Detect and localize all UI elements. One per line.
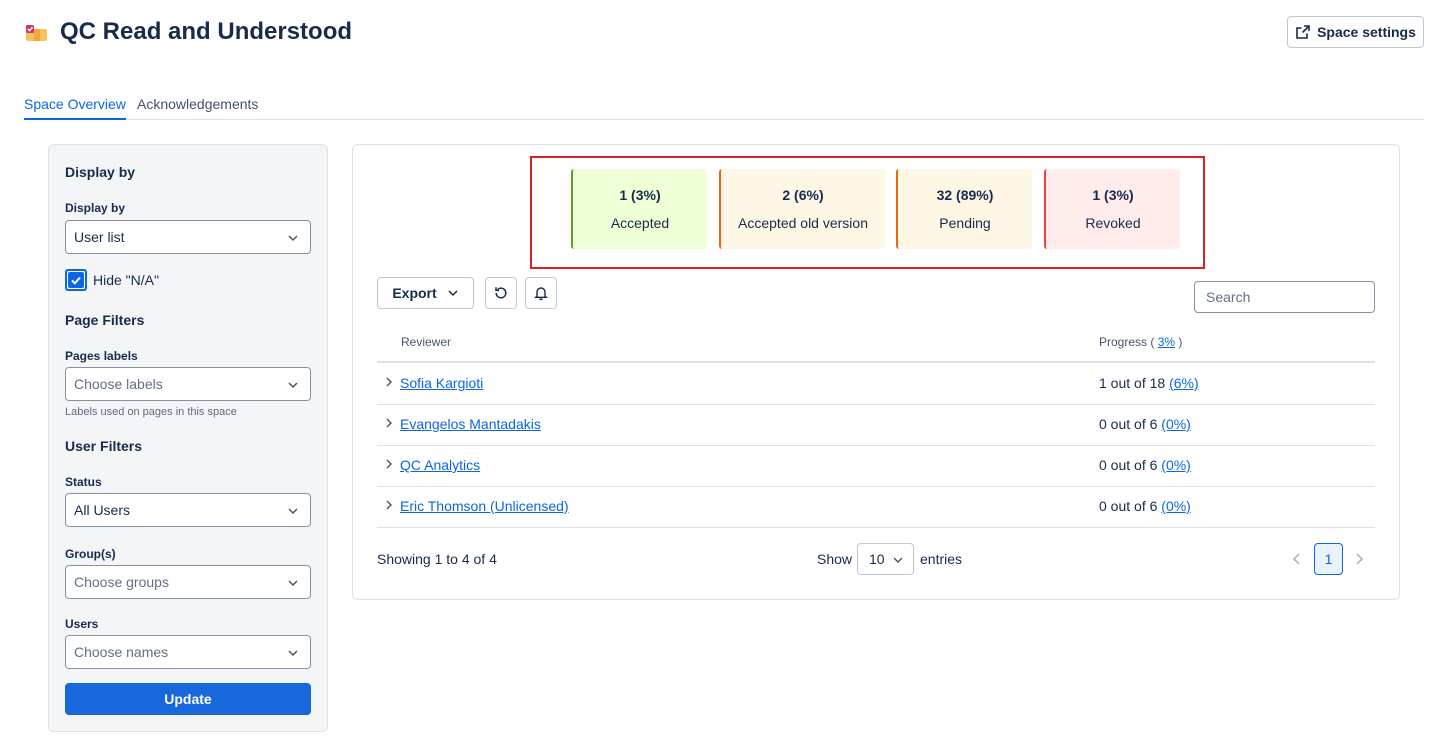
pages-labels-select[interactable]: Choose labels [65, 367, 311, 401]
hide-na-label: Hide "N/A" [93, 272, 159, 288]
page-title: QC Read and Understood [60, 18, 353, 45]
chevron-down-icon [288, 382, 298, 389]
overall-progress-link[interactable]: 3% [1158, 335, 1175, 349]
pages-labels-placeholder: Choose labels [74, 376, 163, 392]
table-row: Eric Thomson (Unlicensed) 0 out of 6 (0%… [377, 486, 1375, 527]
export-label: Export [392, 285, 437, 301]
progress-text: 0 out of 6 [1099, 457, 1158, 473]
display-by-label: Display by [65, 201, 126, 215]
row-divider [377, 527, 1375, 528]
stat-card-accepted[interactable]: 1 (3%) Accepted [571, 169, 707, 249]
progress-percent-link[interactable]: (0%) [1161, 416, 1191, 432]
search-input[interactable] [1194, 281, 1375, 313]
display-heading: Display by [65, 164, 136, 180]
show-label: Show [817, 551, 853, 567]
users-label: Users [65, 617, 99, 631]
stat-label: Accepted [610, 215, 670, 231]
stat-card-pending[interactable]: 32 (89%) Pending [896, 169, 1032, 249]
progress-cell: 0 out of 6 (0%) [1099, 498, 1191, 514]
hide-na-row: Hide "N/A" [65, 269, 159, 291]
column-header-progress[interactable]: Progress ( 3% ) [1099, 335, 1182, 349]
progress-cell: 0 out of 6 (0%) [1099, 416, 1191, 432]
stat-label: Pending [939, 215, 991, 231]
users-placeholder: Choose names [74, 644, 169, 660]
chevron-down-icon [288, 508, 298, 515]
progress-header-prefix: Progress ( [1099, 335, 1155, 349]
chevron-right-icon[interactable] [383, 499, 395, 511]
progress-percent-link[interactable]: (0%) [1161, 457, 1191, 473]
page-filters-heading: Page Filters [65, 312, 145, 328]
chevron-down-icon [288, 235, 298, 242]
progress-cell: 0 out of 6 (0%) [1099, 457, 1191, 473]
chevron-right-icon[interactable] [383, 376, 395, 388]
tab-bar: Space Overview Acknowledgements [24, 92, 1424, 120]
chevron-down-icon [448, 290, 458, 297]
export-button[interactable]: Export [377, 277, 474, 309]
stat-value: 2 (6%) [782, 187, 824, 203]
refresh-icon [495, 287, 507, 299]
entries-per-page-select[interactable]: 10 [857, 543, 914, 575]
page-button-current[interactable]: 1 [1314, 543, 1343, 575]
refresh-button[interactable] [485, 277, 517, 309]
column-header-reviewer[interactable]: Reviewer [401, 335, 451, 349]
groups-label: Group(s) [65, 547, 116, 561]
pages-labels-label: Pages labels [65, 349, 138, 363]
chevron-down-icon [893, 557, 903, 563]
tab-space-overview[interactable]: Space Overview [24, 96, 126, 120]
users-select[interactable]: Choose names [65, 635, 311, 669]
table-row: Evangelos Mantadakis 0 out of 6 (0%) [377, 404, 1375, 445]
table-row: QC Analytics 0 out of 6 (0%) [377, 445, 1375, 486]
progress-text: 0 out of 6 [1099, 416, 1158, 432]
stat-card-accepted-old-version[interactable]: 2 (6%) Accepted old version [719, 169, 885, 249]
stat-label: Accepted old version [738, 215, 868, 231]
progress-text: 0 out of 6 [1099, 498, 1158, 514]
stat-label: Revoked [1085, 215, 1141, 231]
groups-select[interactable]: Choose groups [65, 565, 311, 599]
tab-acknowledgements[interactable]: Acknowledgements [137, 96, 258, 118]
chevron-down-icon [288, 580, 298, 587]
showing-summary: Showing 1 to 4 of 4 [377, 551, 497, 567]
space-icon [26, 25, 47, 41]
filter-sidebar: Display by Display by User list Hide "N/… [48, 144, 328, 732]
reviewer-link[interactable]: QC Analytics [400, 457, 480, 473]
pages-labels-help: Labels used on pages in this space [65, 406, 237, 418]
progress-percent-link[interactable]: (6%) [1169, 375, 1199, 391]
hide-na-checkbox[interactable] [65, 269, 87, 291]
space-settings-label: Space settings [1317, 24, 1416, 40]
reviewer-link[interactable]: Sofia Kargioti [400, 375, 483, 391]
progress-header-suffix: ) [1178, 335, 1183, 349]
external-link-icon [1296, 25, 1310, 39]
groups-placeholder: Choose groups [74, 574, 169, 590]
status-select[interactable]: All Users [65, 493, 311, 527]
status-value: All Users [74, 502, 131, 518]
chevron-right-icon[interactable] [383, 458, 395, 470]
status-label: Status [65, 475, 102, 489]
bell-icon [534, 287, 548, 301]
entries-label: entries [920, 551, 963, 567]
chevron-down-icon [288, 650, 298, 657]
entries-value: 10 [869, 551, 885, 567]
stat-value: 32 (89%) [936, 187, 994, 203]
notify-button[interactable] [525, 277, 557, 309]
stat-value: 1 (3%) [1092, 187, 1134, 203]
display-by-select[interactable]: User list [65, 220, 311, 254]
chevron-right-icon[interactable] [1352, 551, 1366, 567]
chevron-right-icon[interactable] [383, 417, 395, 429]
reviewer-link[interactable]: Evangelos Mantadakis [400, 416, 541, 432]
display-by-value: User list [74, 229, 125, 245]
checkmark-icon [71, 276, 81, 285]
stat-card-revoked[interactable]: 1 (3%) Revoked [1044, 169, 1180, 249]
table-row: Sofia Kargioti 1 out of 18 (6%) [377, 363, 1375, 404]
space-settings-button[interactable]: Space settings [1287, 16, 1424, 48]
update-button[interactable]: Update [65, 683, 311, 715]
stat-value: 1 (3%) [619, 187, 661, 203]
progress-cell: 1 out of 18 (6%) [1099, 375, 1199, 391]
progress-percent-link[interactable]: (0%) [1161, 498, 1191, 514]
reviewer-link[interactable]: Eric Thomson (Unlicensed) [400, 498, 569, 514]
overview-panel: 1 (3%) Accepted 2 (6%) Accepted old vers… [352, 144, 1400, 600]
user-filters-heading: User Filters [65, 438, 143, 454]
progress-text: 1 out of 18 [1099, 375, 1166, 391]
chevron-left-icon[interactable] [1290, 551, 1304, 567]
